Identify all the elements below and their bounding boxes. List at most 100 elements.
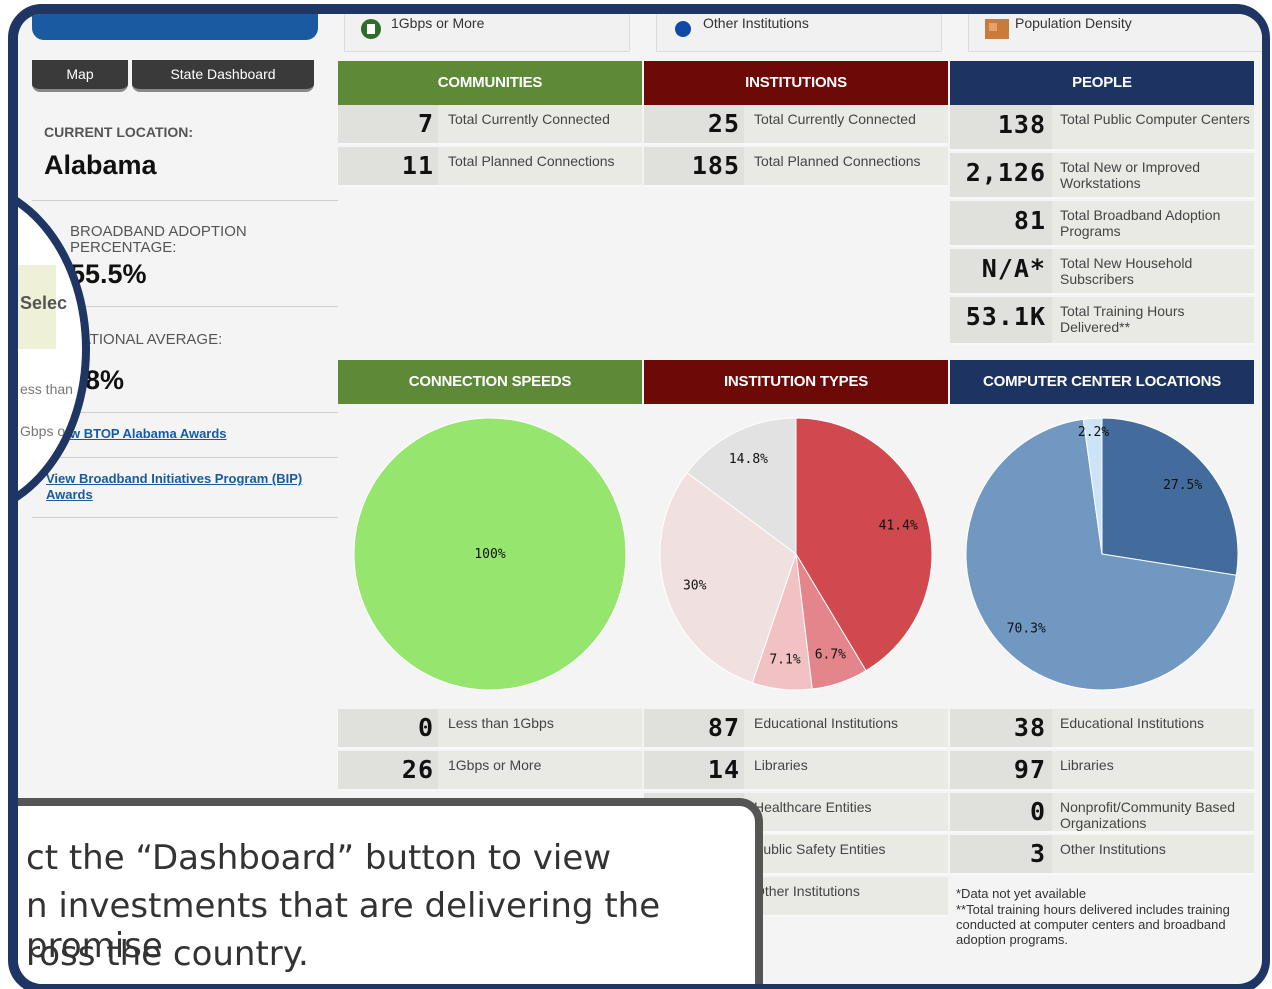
dot-icon: [673, 19, 693, 39]
stat-value: 138: [997, 110, 1046, 139]
people-row: 81 Total Broadband Adoption Programs: [950, 201, 1254, 247]
adoption-value: 55.5%: [70, 259, 147, 289]
stat-label: Other Institutions: [754, 883, 860, 899]
chart-panel-computer-center: 27.5% 70.3% 2.2%: [950, 404, 1254, 708]
pie-slice-label: 6.7%: [815, 647, 846, 662]
pie-slice-label: 7.1%: [769, 653, 800, 668]
tab-map[interactable]: Map: [32, 60, 128, 92]
stat-value: N/A*: [981, 254, 1046, 283]
people-row: N/A* Total New Household Subscribers: [950, 249, 1254, 295]
stat-label: Total Training Hours Delivered**: [1060, 303, 1185, 335]
footnote-data-unavailable: *Data not yet available: [956, 886, 1087, 901]
stat-label: Total Currently Connected: [448, 111, 610, 127]
current-location-label: CURRENT LOCATION:: [44, 124, 194, 140]
computer-center-locations-pie: 27.5% 70.3% 2.2%: [965, 417, 1239, 691]
chart-panel-connection: 100%: [338, 404, 642, 708]
screen: 1Gbps or More Other Institutions Populat…: [18, 14, 1262, 984]
institutions-row: 185 Total Planned Connections: [644, 147, 948, 187]
stat-label: Other Institutions: [1060, 841, 1166, 857]
bip-awards-link[interactable]: View Broadband Initiatives Program (BIP)…: [46, 471, 306, 503]
gbps-icon: [361, 19, 381, 39]
stat-value: 185: [691, 151, 740, 180]
communities-header: COMMUNITIES: [338, 61, 642, 105]
pie-slice-label: 41.4%: [879, 519, 918, 534]
communities-row: 7 Total Currently Connected: [338, 105, 642, 145]
stat-label: Total Broadband Adoption Programs: [1060, 207, 1221, 239]
institution-type-row: 87 Educational Institutions: [644, 709, 948, 749]
legend-item-density: Population Density: [968, 14, 1262, 52]
tooltip-line-3: ross the country.: [26, 934, 309, 974]
institution-type-row: 14 Libraries: [644, 751, 948, 791]
divider: [32, 517, 338, 518]
institution-types-pie: 41.4% 6.7% 7.1% 30% 14.8%: [659, 417, 933, 691]
stat-label: Total Planned Connections: [448, 153, 615, 169]
legend-item-gbps: 1Gbps or More: [344, 14, 630, 52]
chart-panel-institution: 41.4% 6.7% 7.1% 30% 14.8%: [644, 404, 948, 708]
stat-value: 81: [1013, 206, 1046, 235]
stat-value: 25: [707, 109, 740, 138]
density-icon: [985, 19, 1009, 39]
stat-value: 14: [707, 755, 740, 784]
stat-label: Educational Institutions: [754, 715, 898, 731]
legend-label: Other Institutions: [703, 15, 809, 31]
magnifier-select-text: Selec: [20, 293, 68, 313]
pie-slice-label: 2.2%: [1078, 425, 1109, 440]
instruction-tooltip: ct the “Dashboard” button to view n inve…: [18, 798, 763, 984]
stat-value: 7: [417, 109, 434, 138]
stat-value: 0: [1029, 797, 1046, 826]
stat-label: Total Currently Connected: [754, 111, 916, 127]
stat-label: Total Public Computer Centers: [1060, 111, 1250, 127]
computer-center-locations-header: COMPUTER CENTER LOCATIONS: [950, 360, 1254, 404]
pie-slice-label: 100%: [474, 547, 505, 562]
btop-awards-link[interactable]: w BTOP Alabama Awards: [70, 426, 320, 442]
adoption-label: BROADBAND ADOPTION PERCENTAGE:: [70, 223, 247, 256]
legend-label: 1Gbps or More: [391, 15, 485, 31]
stat-label: Educational Institutions: [1060, 715, 1204, 731]
computer-center-row: 0 Nonprofit/Community Based Organization…: [950, 793, 1254, 833]
stat-label: Public Safety Entities: [754, 841, 886, 857]
computer-center-row: 3 Other Institutions: [950, 835, 1254, 875]
stat-label: Total New Household Subscribers: [1060, 255, 1193, 287]
stat-value: 97: [1013, 755, 1046, 784]
stat-value: 0: [417, 713, 434, 742]
institution-types-header: INSTITUTION TYPES: [644, 360, 948, 404]
tab-state-dashboard[interactable]: State Dashboard: [132, 60, 314, 92]
magnifier-less-text: ess than: [20, 381, 73, 397]
connection-speed-row: 0 Less than 1Gbps: [338, 709, 642, 749]
pie-slice-label: 14.8%: [729, 452, 768, 467]
people-row: 2,126 Total New or Improved Workstations: [950, 153, 1254, 199]
top-blue-bar: [32, 14, 318, 40]
communities-row: 11 Total Planned Connections: [338, 147, 642, 187]
stat-label: Healthcare Entities: [754, 799, 872, 815]
divider: [32, 200, 338, 201]
stat-label: 1Gbps or More: [448, 757, 542, 773]
legend-item-other: Other Institutions: [656, 14, 942, 52]
pie-slice[interactable]: [1101, 417, 1239, 576]
stat-value: 87: [707, 713, 740, 742]
stat-label: Libraries: [754, 757, 808, 773]
pie-slice-label: 27.5%: [1163, 478, 1202, 493]
magnifier-gbps-text: Gbps or: [20, 423, 70, 439]
stat-value: 11: [401, 151, 434, 180]
stat-label: Less than 1Gbps: [448, 715, 554, 731]
people-row: 53.1K Total Training Hours Delivered**: [950, 297, 1254, 345]
footnote-training-hours: **Total training hours delivered include…: [956, 902, 1230, 947]
connection-speeds-pie: 100%: [353, 417, 627, 691]
stat-label: Nonprofit/Community Based Organizations: [1060, 799, 1236, 831]
stat-value: 38: [1013, 713, 1046, 742]
stat-label: Total Planned Connections: [754, 153, 921, 169]
stat-value: 53.1K: [965, 302, 1046, 331]
legend-label: Population Density: [1015, 15, 1132, 31]
people-row: 138 Total Public Computer Centers: [950, 105, 1254, 151]
pie-slice-label: 30%: [683, 579, 707, 594]
national-average-label: NATIONAL AVERAGE:: [70, 331, 223, 348]
stat-label: Total New or Improved Workstations: [1060, 159, 1201, 191]
connection-speeds-header: CONNECTION SPEEDS: [338, 360, 642, 404]
stat-value: 2,126: [965, 158, 1046, 187]
stat-value: 26: [401, 755, 434, 784]
view-tabs: Map State Dashboard: [32, 60, 314, 92]
tooltip-line-1: ct the “Dashboard” button to view: [26, 838, 612, 878]
institutions-row: 25 Total Currently Connected: [644, 105, 948, 145]
divider: [32, 457, 338, 458]
stat-value: 3: [1029, 839, 1046, 868]
